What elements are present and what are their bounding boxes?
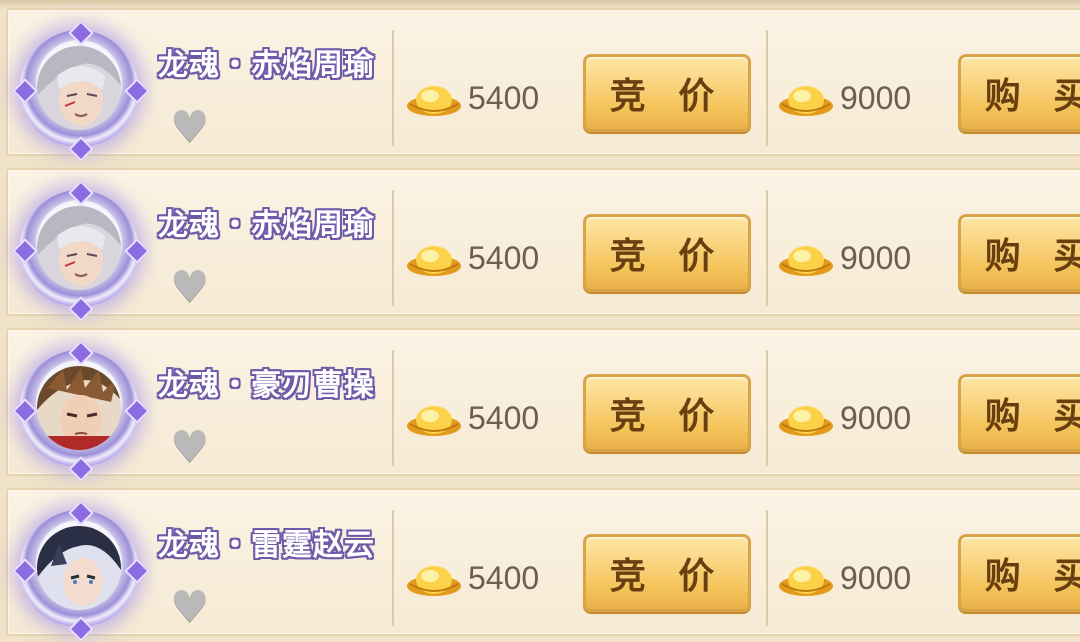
hero-name: 龙魂・赤焰周瑜 [158, 48, 375, 83]
gold-ingot-icon [406, 78, 462, 118]
frame-gem-icon [12, 238, 38, 264]
buy-price-value: 9000 [840, 239, 912, 276]
auction-row: 龙魂・雷霆赵云 ♥ 5400 竞 价 9000 购 [6, 488, 1080, 642]
frame-gem-icon [68, 456, 94, 482]
hero-avatar[interactable] [12, 180, 150, 322]
frame-gem-icon [68, 500, 94, 526]
gold-ingot-icon [406, 238, 462, 278]
gold-ingot-icon [778, 238, 834, 278]
frame-gem-icon [124, 398, 150, 424]
bid-price: 5400 [406, 396, 539, 440]
frame-gem-icon [68, 616, 94, 642]
column-divider [766, 190, 768, 306]
hero-avatar[interactable] [12, 500, 150, 642]
frame-gem-icon [12, 78, 38, 104]
bid-button[interactable]: 竞 价 [583, 54, 751, 132]
buy-price: 9000 [778, 556, 911, 600]
bid-price-value: 5400 [468, 559, 540, 596]
hero-portrait [37, 206, 121, 290]
bid-price: 5400 [406, 236, 539, 280]
buy-price-value: 9000 [840, 79, 912, 116]
bid-button[interactable]: 竞 价 [583, 534, 751, 612]
bid-price-value: 5400 [468, 239, 540, 276]
bid-price: 5400 [406, 556, 539, 600]
buy-price: 9000 [778, 396, 911, 440]
buy-button[interactable]: 购 买 [958, 374, 1080, 452]
column-divider [766, 30, 768, 146]
heart-icon[interactable]: ♥ [170, 106, 210, 150]
auction-row: 龙魂・豪刃曹操 ♥ 5400 竞 价 9000 购 [6, 328, 1080, 482]
column-divider [392, 510, 394, 626]
heart-icon[interactable]: ♥ [170, 266, 210, 310]
frame-gem-icon [124, 238, 150, 264]
frame-gem-icon [124, 78, 150, 104]
auction-row: 龙魂・赤焰周瑜 ♥ 5400 竞 价 9000 购 [6, 168, 1080, 322]
gold-ingot-icon [406, 558, 462, 598]
frame-gem-icon [12, 558, 38, 584]
buy-price-value: 9000 [840, 559, 912, 596]
hero-avatar[interactable] [12, 20, 150, 162]
buy-price: 9000 [778, 236, 911, 280]
buy-button[interactable]: 购 买 [958, 214, 1080, 292]
hero-portrait [37, 526, 121, 610]
frame-gem-icon [68, 340, 94, 366]
bid-price-value: 5400 [468, 399, 540, 436]
hero-portrait [37, 46, 121, 130]
column-divider [392, 350, 394, 466]
column-divider [392, 190, 394, 306]
heart-icon[interactable]: ♥ [170, 586, 210, 630]
buy-price-value: 9000 [840, 399, 912, 436]
hero-name: 龙魂・豪刃曹操 [158, 368, 375, 403]
frame-gem-icon [12, 398, 38, 424]
auction-row: 龙魂・赤焰周瑜 ♥ 5400 竞 价 9000 购 [6, 8, 1080, 162]
bid-button[interactable]: 竞 价 [583, 374, 751, 452]
frame-gem-icon [124, 558, 150, 584]
gold-ingot-icon [778, 78, 834, 118]
gold-ingot-icon [406, 398, 462, 438]
heart-icon[interactable]: ♥ [170, 426, 210, 470]
column-divider [766, 510, 768, 626]
frame-gem-icon [68, 136, 94, 162]
column-divider [766, 350, 768, 466]
frame-gem-icon [68, 20, 94, 46]
hero-avatar[interactable] [12, 340, 150, 482]
bid-price-value: 5400 [468, 79, 540, 116]
bid-price: 5400 [406, 76, 539, 120]
frame-gem-icon [68, 180, 94, 206]
frame-gem-icon [68, 296, 94, 322]
auction-list: 龙魂・赤焰周瑜 ♥ 5400 竞 价 9000 购 龙魂・赤焰周瑜 ♥ 5400… [0, 0, 1080, 642]
buy-button[interactable]: 购 买 [958, 534, 1080, 612]
column-divider [392, 30, 394, 146]
hero-name: 龙魂・雷霆赵云 [158, 528, 375, 563]
hero-name: 龙魂・赤焰周瑜 [158, 208, 375, 243]
gold-ingot-icon [778, 398, 834, 438]
bid-button[interactable]: 竞 价 [583, 214, 751, 292]
hero-portrait [37, 366, 121, 450]
gold-ingot-icon [778, 558, 834, 598]
buy-price: 9000 [778, 76, 911, 120]
buy-button[interactable]: 购 买 [958, 54, 1080, 132]
